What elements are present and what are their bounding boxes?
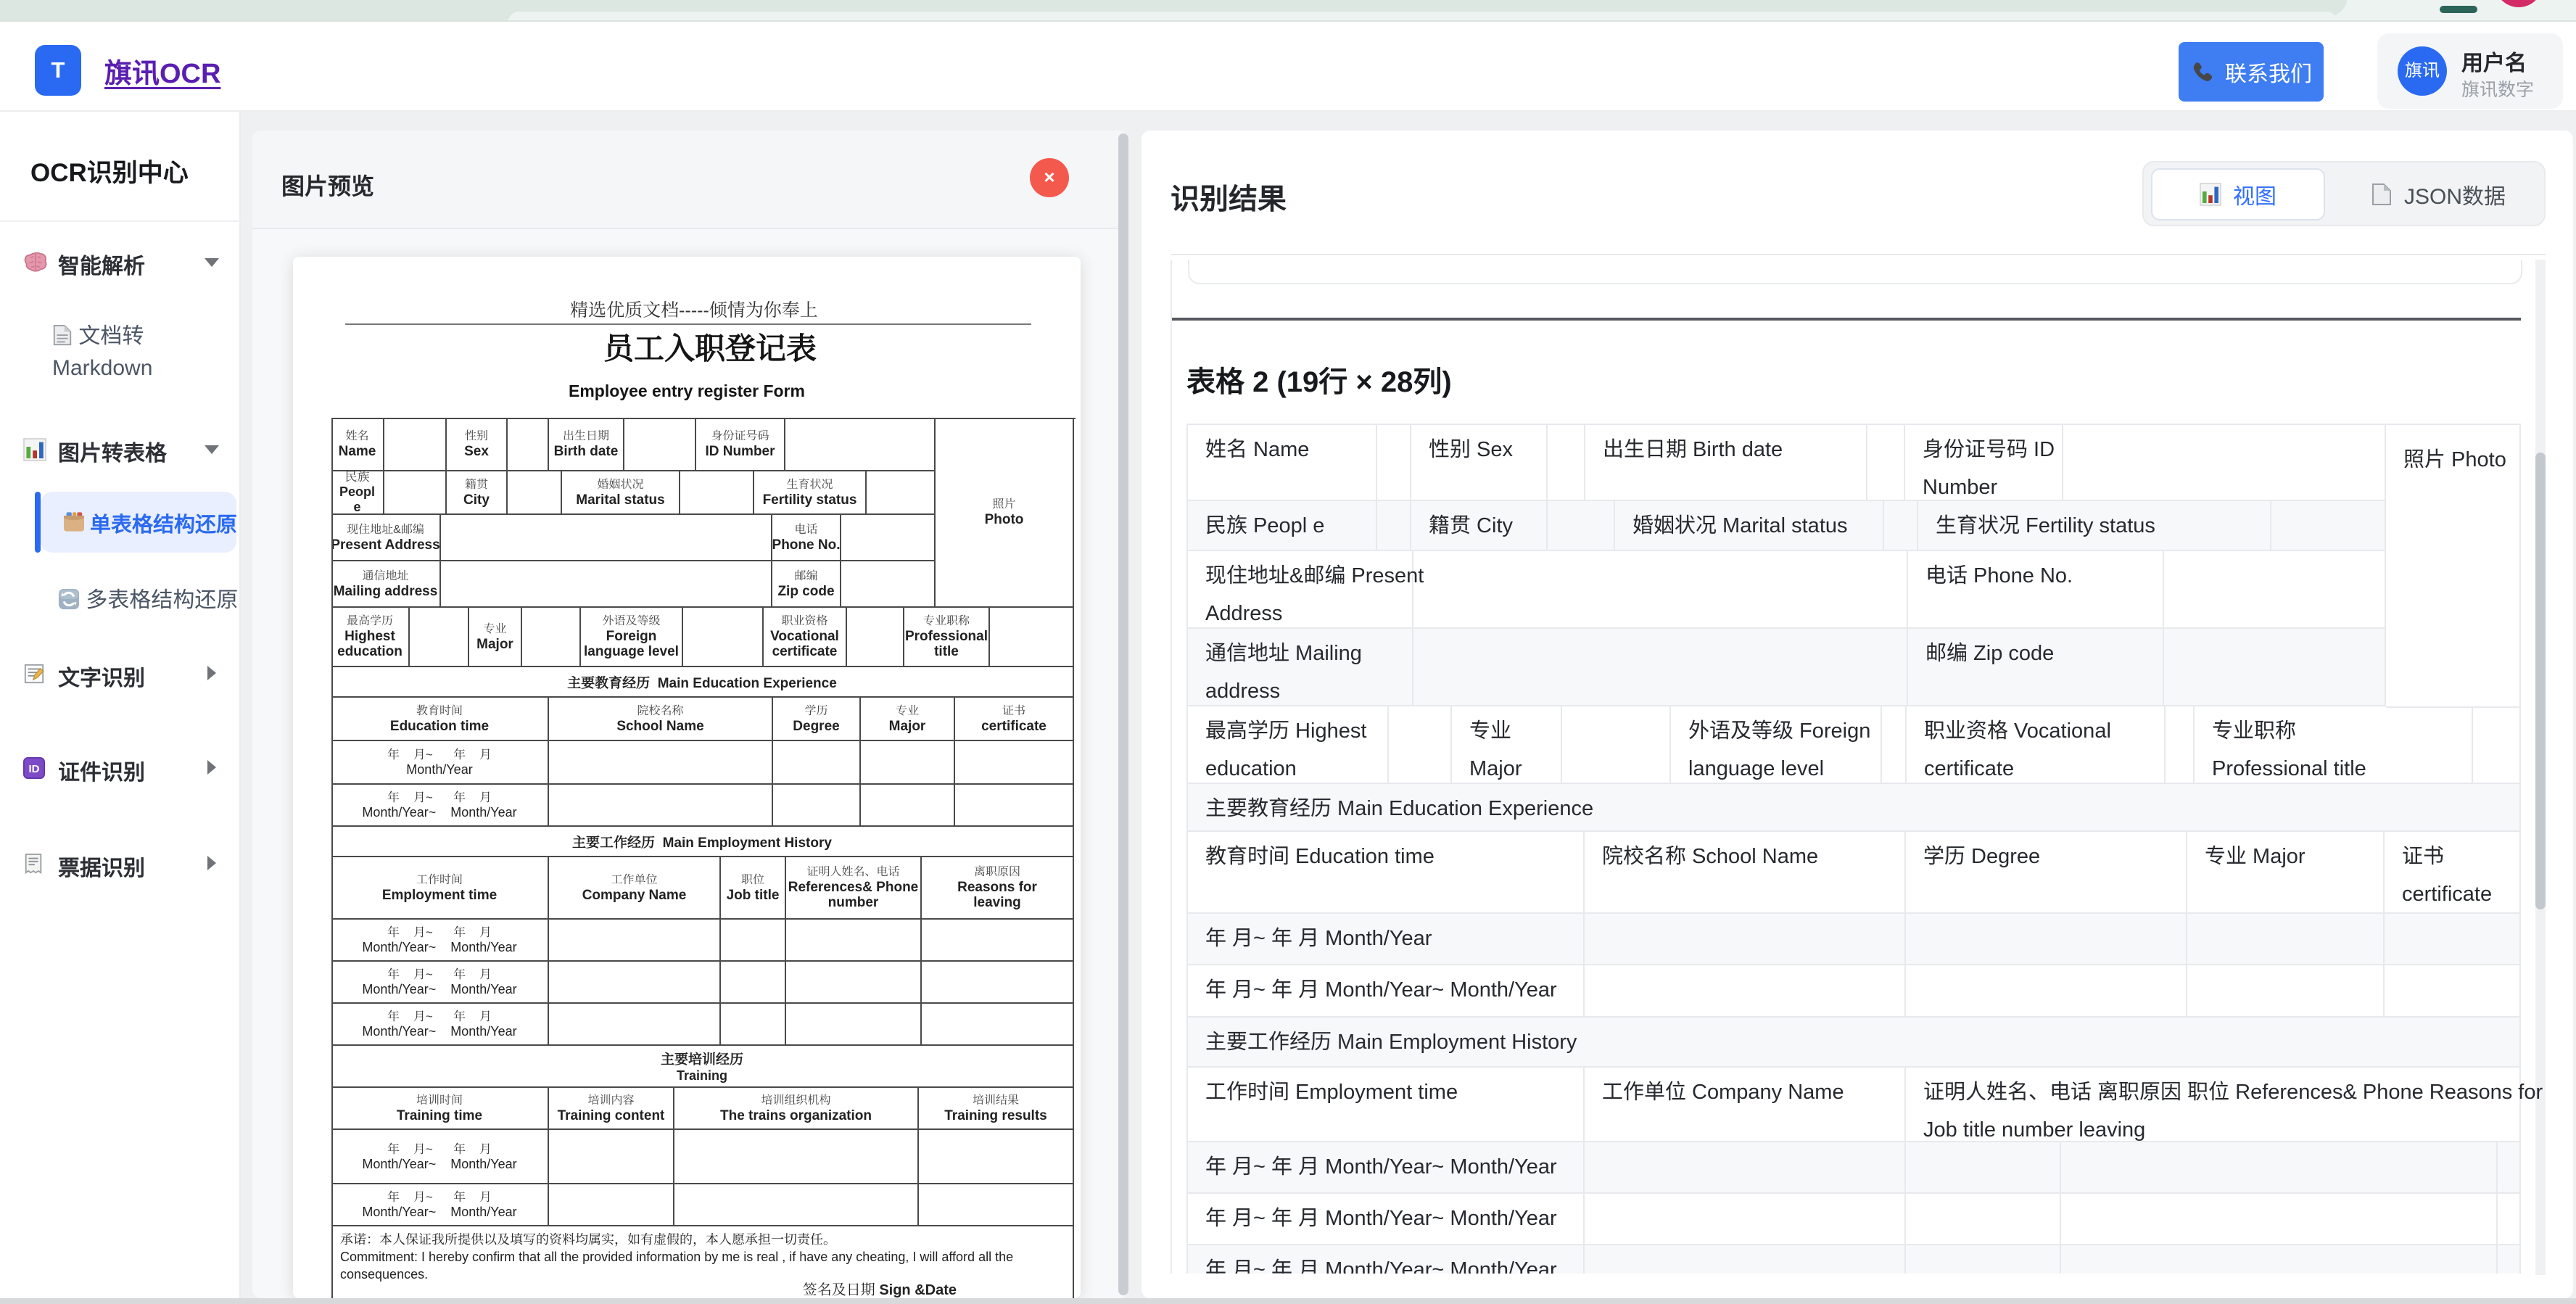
svg-text:ID: ID — [29, 763, 40, 775]
